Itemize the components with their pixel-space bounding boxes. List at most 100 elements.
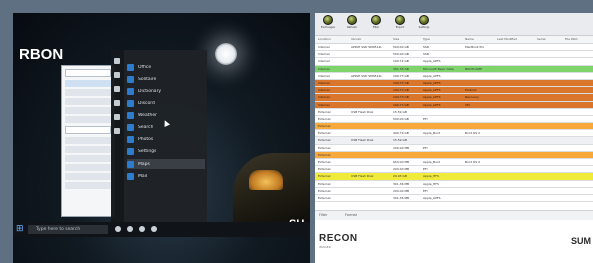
list-item[interactable] xyxy=(65,182,111,189)
table-row[interactable]: Internal APPLE SSD SM0512L 199.73 GB Apple_… xyxy=(315,73,593,80)
start-app-item[interactable]: Discord xyxy=(127,98,205,109)
start-app-item[interactable]: Office xyxy=(127,62,205,73)
column-header[interactable]: Type xyxy=(423,37,430,41)
table-row[interactable]: External USB Flash Disk 29.93 GB Apple_HFS xyxy=(315,173,593,181)
taskbar-search-input[interactable]: Type here to search xyxy=(28,225,108,234)
table-row[interactable]: Internal 199.73 GB Apple_APFS Preboot xyxy=(315,87,593,95)
explorer-window[interactable] xyxy=(61,65,115,217)
start-app-item[interactable]: Mail xyxy=(127,171,205,182)
table-cell: 500.00 GB xyxy=(393,116,409,121)
start-app-item[interactable]: Maps xyxy=(127,158,205,170)
browser-icon[interactable] xyxy=(127,226,133,232)
list-item[interactable] xyxy=(65,80,111,87)
address-field[interactable] xyxy=(65,69,111,77)
moon xyxy=(215,43,237,65)
document-icon[interactable] xyxy=(114,86,120,92)
gear-icon[interactable] xyxy=(114,114,120,120)
table-cell: EFI xyxy=(423,167,428,172)
app-icon xyxy=(127,112,134,120)
table-cell: Internal xyxy=(318,66,330,71)
list-item[interactable] xyxy=(65,164,111,171)
column-header[interactable]: Name xyxy=(465,37,474,41)
table-cell: 199.73 GB xyxy=(393,102,409,107)
table-row[interactable]: External 200.00 MB EFI xyxy=(315,166,593,174)
table-row[interactable]: External 499.79 GB Apple_Boot Boot OS X xyxy=(315,130,593,138)
table-row[interactable]: Internal 301.35 GB Microsoft Basic Data BOO… xyxy=(315,65,593,73)
column-header[interactable]: File Path xyxy=(565,37,578,41)
start-app-item[interactable]: Settings xyxy=(127,147,205,158)
table-row[interactable]: External USB Flash Disk 15.59 GB xyxy=(315,137,593,145)
column-header[interactable]: Serial xyxy=(537,37,546,41)
table-row[interactable]: External xyxy=(315,151,593,159)
table-row[interactable]: Internal 199.72 GB Apple_APFS xyxy=(315,58,593,66)
table-cell: 199.73 GB xyxy=(393,95,409,100)
table-row[interactable]: External 650.00 MB Apple_Boot Boot OS X xyxy=(315,159,593,167)
filter-field[interactable]: Format xyxy=(345,213,357,217)
list-item[interactable] xyxy=(65,98,111,105)
start-app-item[interactable]: Photos xyxy=(127,135,205,146)
input-field[interactable] xyxy=(65,126,111,134)
recon-logo: RECON xyxy=(319,233,358,244)
column-header[interactable]: Location xyxy=(318,37,331,41)
toolbar-ball-icon xyxy=(323,15,333,25)
start-menu[interactable]: Office Solitaire Dictionary Discord Weat… xyxy=(111,50,207,226)
table-row[interactable]: External 200.00 MB EFI xyxy=(315,145,593,152)
column-header[interactable]: Vendor xyxy=(351,37,362,41)
table-cell: Internal xyxy=(318,73,330,78)
menu-icon[interactable] xyxy=(114,58,120,64)
toolbar-button[interactable]: Refresh xyxy=(341,15,363,35)
folder-icon[interactable] xyxy=(139,226,145,232)
table-row[interactable]: External 200.00 MB EFI xyxy=(315,188,593,195)
table-cell: 15.59 GB xyxy=(393,138,407,143)
list-item[interactable] xyxy=(65,146,111,153)
start-app-item[interactable]: Dictionary xyxy=(127,86,205,97)
toolbar-button[interactable]: Exchanges xyxy=(317,15,339,35)
table-cell: Apple_APFS xyxy=(423,80,441,85)
store-icon[interactable] xyxy=(151,226,157,232)
table-row[interactable]: Internal APPLE SSD SM0512L 500.00 GB SSD Mac… xyxy=(315,44,593,52)
table-row[interactable]: Internal 199.73 GB Apple_APFS xyxy=(315,79,593,88)
toolbar-button[interactable]: Export xyxy=(389,15,411,35)
table-cell: External xyxy=(318,195,331,200)
table-row[interactable]: External 301.36 MB Apple_APFS xyxy=(315,195,593,203)
table-row[interactable]: External 301.36 MB Apple_HFS xyxy=(315,181,593,188)
picture-icon[interactable] xyxy=(114,100,120,106)
list-item[interactable] xyxy=(65,173,111,180)
user-icon[interactable] xyxy=(114,72,120,78)
table-cell: 199.73 GB xyxy=(393,73,409,78)
start-app-item[interactable]: Solitaire xyxy=(127,74,205,85)
table-cell: EFI xyxy=(423,116,428,121)
app-icon xyxy=(127,160,134,168)
list-item[interactable] xyxy=(65,89,111,96)
table-cell: Internal xyxy=(318,95,330,100)
table-row[interactable]: External xyxy=(315,123,593,131)
table-header: Location Vendor Size Type Name Last Modi… xyxy=(315,36,593,44)
column-header[interactable]: Last Modified xyxy=(497,37,517,41)
list-item[interactable] xyxy=(65,137,111,144)
toolbar-button[interactable]: Filter xyxy=(365,15,387,35)
list-item[interactable] xyxy=(65,116,111,123)
table-cell: Apple_APFS xyxy=(423,59,441,64)
table-cell: MacBook Pro xyxy=(465,45,485,49)
table-cell: 500.00 GB xyxy=(393,45,409,49)
table-row[interactable]: Internal 199.73 GB Apple_APFS Recovery xyxy=(315,94,593,102)
power-icon[interactable] xyxy=(114,128,120,134)
table-cell: 301.36 MB xyxy=(393,195,410,200)
table-cell: Boot OS X xyxy=(465,131,481,136)
table-cell: 199.73 GB xyxy=(393,80,409,85)
table-cell: Apple_Boot xyxy=(423,131,440,136)
toolbar-button[interactable]: Settings xyxy=(413,15,435,35)
table-cell: 301.35 GB xyxy=(393,66,409,71)
list-item[interactable] xyxy=(65,107,111,114)
task-view-icon[interactable] xyxy=(115,226,121,232)
list-item[interactable] xyxy=(65,155,111,162)
table-row[interactable]: Internal 199.73 GB Apple_APFS VM xyxy=(315,101,593,109)
table-row[interactable]: External USB Flash Disk 15.59 GB xyxy=(315,109,593,116)
table-row[interactable]: Internal 500.00 GB SSD xyxy=(315,51,593,59)
table-row[interactable]: External 500.00 GB EFI xyxy=(315,116,593,124)
windows-start-icon[interactable]: ⊞ xyxy=(16,225,25,234)
column-header[interactable]: Size xyxy=(393,37,399,41)
table-cell: External xyxy=(318,131,331,136)
app-icon xyxy=(127,87,134,95)
table-cell: SSD xyxy=(423,52,430,57)
